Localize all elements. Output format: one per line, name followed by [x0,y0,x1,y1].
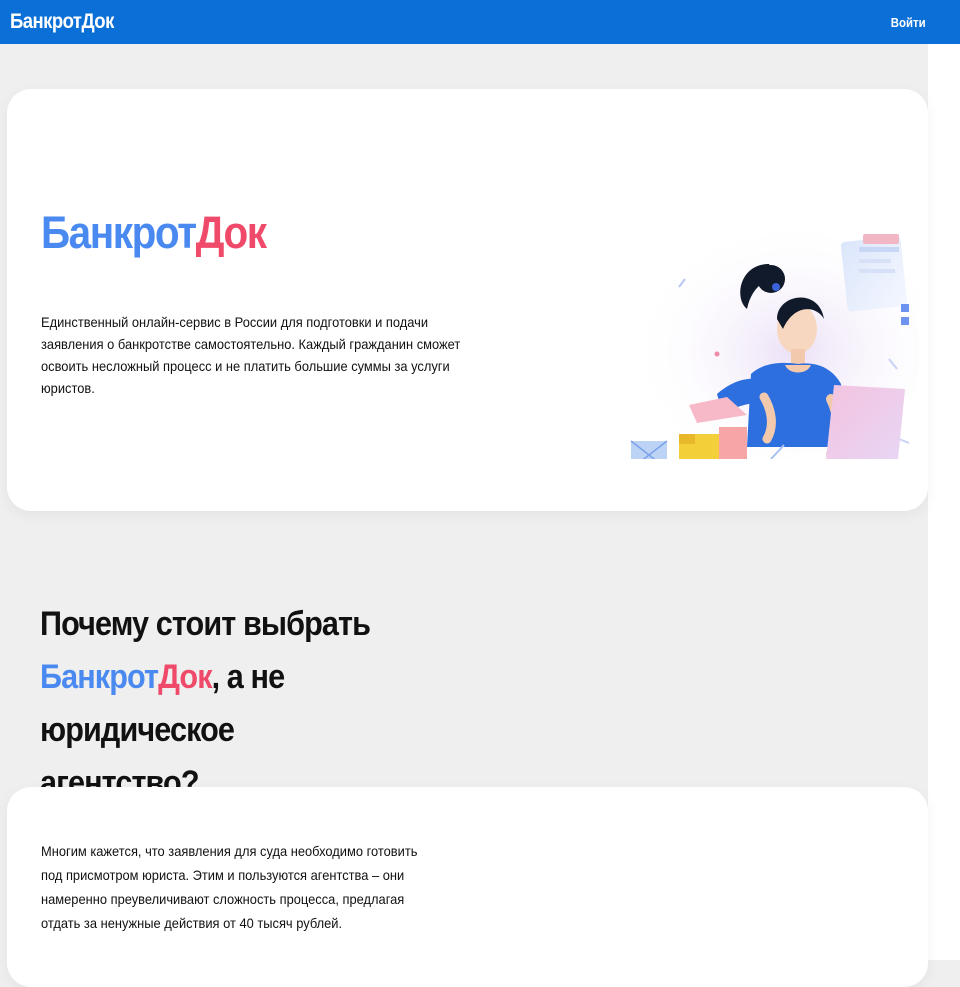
why-brand-dok: Док [158,658,212,696]
login-link[interactable]: Войти [891,15,926,30]
hero-card: БанкротДок Единственный онлайн-сервис в … [7,89,928,511]
why-brand-bankrot: Банкрот [40,658,159,696]
info-card-text: Многим кажется, что заявления для суда н… [41,843,418,931]
info-card: Многим кажется, что заявления для суда н… [7,787,928,987]
why-line1: Почему стоит выбрать [40,605,371,643]
hero-brand-title: БанкротДок [41,207,267,259]
brand-part-bankrot: Банкрот [41,207,197,258]
brand-part-dok: Док [195,207,267,258]
header-logo[interactable]: БанкротДок [10,10,114,34]
top-navbar: БанкротДок Войти [0,0,960,44]
hero-description: Единственный онлайн-сервис в России для … [41,314,461,396]
page-right-gutter [928,44,960,960]
woman-with-laptop-illustration [629,219,919,459]
why-choose-heading: Почему стоит выбрать БанкротДок, а не юр… [40,598,418,810]
